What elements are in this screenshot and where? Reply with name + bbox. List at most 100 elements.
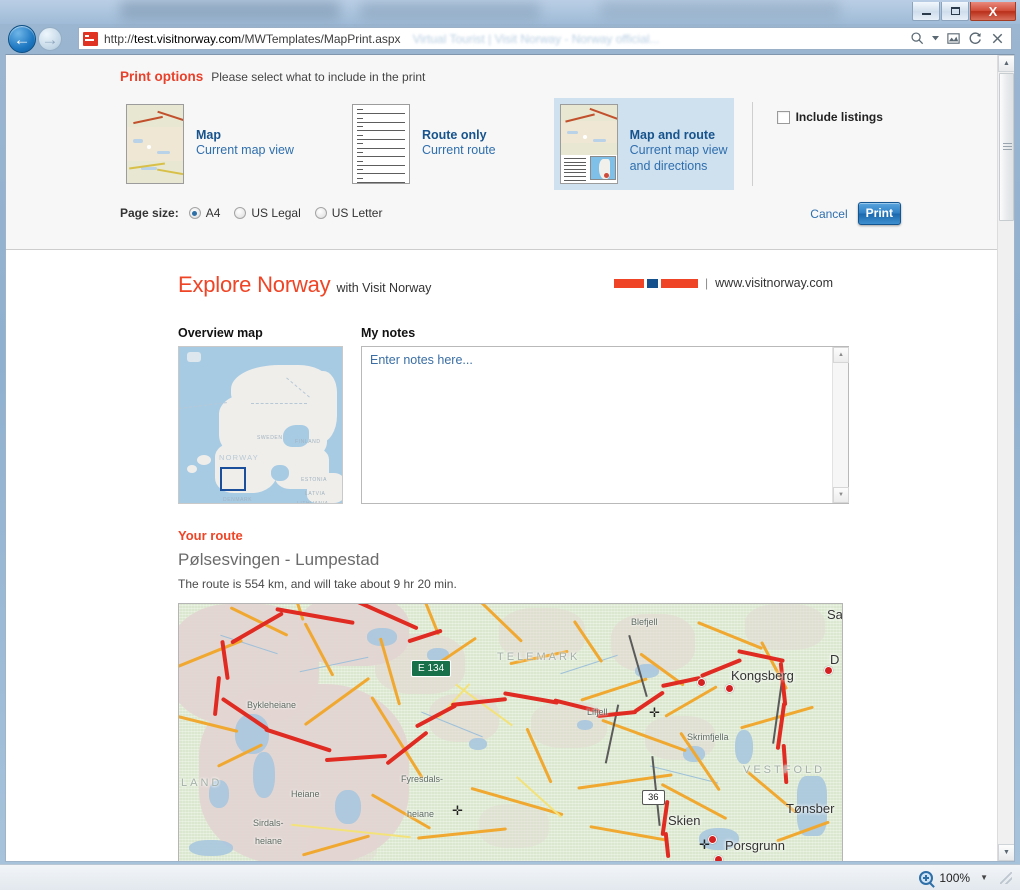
navigation-bar: ← → http://test.visitnorway.com/MWTempla… bbox=[0, 24, 1020, 54]
route-waypoint-marker bbox=[725, 684, 734, 693]
resize-grip-icon[interactable] bbox=[1000, 871, 1012, 884]
notes-textarea[interactable]: Enter notes here... ▲ ▼ bbox=[361, 346, 849, 504]
print-option-map[interactable]: Map Current map view bbox=[120, 98, 300, 190]
print-options-title: Print options bbox=[120, 69, 204, 84]
cancel-button[interactable]: Cancel bbox=[810, 207, 847, 221]
browser-window: X ← → http://test.visitnorway.com/MWTemp… bbox=[0, 0, 1020, 890]
mini-overview-icon bbox=[589, 156, 616, 180]
map-city-d: D bbox=[830, 652, 840, 667]
map-place-fyresdals: Fyresdals- bbox=[401, 774, 444, 784]
overview-viewport-rectangle bbox=[220, 467, 246, 491]
airport-icon: ✛ bbox=[452, 803, 463, 818]
map-thumbnail-icon bbox=[126, 104, 184, 184]
refresh-icon[interactable] bbox=[968, 31, 983, 46]
zoom-chevron-down-icon[interactable]: ▼ bbox=[980, 873, 988, 882]
address-bar-tools bbox=[910, 31, 1011, 46]
notes-label: My notes bbox=[361, 326, 416, 340]
page-scroll-down-icon[interactable]: ▼ bbox=[998, 844, 1014, 861]
norway-flag-logo-icon bbox=[614, 278, 699, 288]
route-waypoint-marker bbox=[824, 666, 833, 675]
ghost-tabs-text: Virtual Tourist | Visit Norway - Norway … bbox=[412, 31, 660, 46]
chevron-down-icon[interactable] bbox=[932, 36, 939, 41]
map-city-skien: Skien bbox=[668, 813, 701, 828]
route-section: Your route Pølsesvingen - Lumpestad The … bbox=[178, 528, 997, 861]
map-city-tonsberg: Tønsber bbox=[786, 801, 835, 816]
route-waypoint-marker bbox=[697, 678, 706, 687]
overview-map[interactable]: NORWAY SWEDEN FINLAND ESTONIA LATVIA LIT… bbox=[178, 346, 343, 504]
url-host: test.visitnorway.com bbox=[134, 31, 242, 46]
include-listings-checkbox[interactable] bbox=[776, 110, 790, 124]
include-listings-option[interactable]: Include listings bbox=[776, 98, 883, 124]
print-option-route-title: Route only bbox=[421, 128, 487, 142]
address-url-text: http://test.visitnorway.com/MWTemplates/… bbox=[104, 32, 401, 46]
overview-label-finland: FINLAND bbox=[295, 439, 321, 445]
map-region-telemark: TELEMARK bbox=[497, 651, 581, 663]
maximize-button[interactable] bbox=[941, 2, 969, 21]
back-arrow-icon: ← bbox=[13, 29, 31, 49]
print-option-map-title: Map bbox=[196, 128, 221, 142]
page-size-us-legal[interactable]: US Legal bbox=[234, 206, 301, 220]
minimize-icon bbox=[921, 13, 931, 15]
map-city-kongsberg: Kongsberg bbox=[731, 668, 794, 683]
page-size-a4-label: A4 bbox=[205, 206, 221, 220]
page-size-us-letter-radio[interactable] bbox=[314, 207, 327, 219]
map-place-heiane-3: heiane bbox=[407, 809, 435, 819]
search-icon[interactable] bbox=[910, 31, 925, 46]
brand-subtitle: with Visit Norway bbox=[336, 281, 432, 295]
forward-button[interactable]: → bbox=[38, 27, 62, 51]
route-waypoint-marker bbox=[714, 855, 723, 861]
close-icon: X bbox=[988, 3, 998, 19]
page-size-us-legal-radio[interactable] bbox=[234, 207, 247, 219]
page-size-us-letter-label: US Letter bbox=[331, 206, 383, 220]
notes-placeholder-text: Enter notes here... bbox=[370, 353, 473, 367]
map-place-heiane: Heiane bbox=[291, 789, 320, 799]
compatibility-view-icon[interactable] bbox=[946, 31, 961, 46]
back-button[interactable]: ← bbox=[8, 25, 36, 53]
zoom-level-label[interactable]: 100% bbox=[939, 871, 970, 885]
route-name: Pølsesvingen - Lumpestad bbox=[178, 550, 380, 569]
minimize-button[interactable] bbox=[912, 2, 940, 21]
page-size-us-legal-label: US Legal bbox=[251, 206, 301, 220]
print-option-map-desc: Current map view bbox=[196, 143, 294, 157]
page-scroll-up-icon[interactable]: ▲ bbox=[998, 55, 1014, 72]
map-region-land: LAND bbox=[181, 777, 223, 789]
page-size-us-letter[interactable]: US Letter bbox=[314, 206, 383, 220]
address-bar[interactable]: http://test.visitnorway.com/MWTemplates/… bbox=[78, 27, 1012, 50]
page-size-radio-group: A4 US Legal US Letter bbox=[188, 206, 383, 220]
print-option-route-labels: Route only Current route bbox=[422, 104, 496, 158]
map-and-route-thumbnail-icon bbox=[559, 104, 618, 184]
print-options-cards: Map Current map view Route only Current … bbox=[6, 98, 997, 190]
print-option-route-only[interactable]: Route only Current route bbox=[346, 98, 502, 190]
brand-title: Explore Norway bbox=[178, 272, 331, 297]
page-scrollbar[interactable]: ▲ ▼ bbox=[997, 55, 1014, 861]
site-favicon-icon bbox=[83, 31, 98, 46]
print-button[interactable]: Print bbox=[857, 202, 901, 225]
route-map[interactable]: ✛ ✛ ✛ E 134 36 TELEMARK VESTFOLD LAND By… bbox=[178, 603, 843, 861]
options-divider bbox=[751, 102, 753, 186]
page-scroll-thumb[interactable] bbox=[999, 73, 1014, 221]
notes-scroll-down-icon[interactable]: ▼ bbox=[833, 487, 849, 503]
page-size-a4[interactable]: A4 bbox=[188, 206, 221, 220]
close-button[interactable]: X bbox=[970, 2, 1016, 21]
overview-label-sweden: SWEDEN bbox=[257, 435, 283, 441]
notes-scrollbar[interactable]: ▲ ▼ bbox=[832, 347, 849, 503]
notes-column: My notes Enter notes here... ▲ ▼ bbox=[361, 326, 849, 504]
overview-label-denmark: DENMARK bbox=[223, 497, 253, 503]
brand-right-block: | www.visitnorway.com bbox=[614, 276, 833, 290]
page-size-a4-radio[interactable] bbox=[188, 207, 201, 219]
map-city-sa: Sa bbox=[827, 607, 843, 622]
route-lines-thumbnail-icon bbox=[351, 104, 410, 184]
overview-and-notes-row: Overview map NORWAY SWEDEN FINLAND ESTON… bbox=[178, 326, 997, 504]
print-option-route-desc: Current route bbox=[421, 143, 496, 157]
scroll-thumb-grip-icon bbox=[1003, 143, 1012, 151]
map-city-porsgrunn: Porsgrunn bbox=[725, 838, 785, 853]
brand-separator: | bbox=[705, 276, 709, 290]
print-option-map-route-title: Map and route bbox=[629, 128, 716, 142]
notes-scroll-up-icon[interactable]: ▲ bbox=[833, 347, 849, 363]
print-option-map-route-desc2: and directions bbox=[629, 158, 708, 173]
zoom-icon[interactable] bbox=[919, 870, 934, 885]
map-place-sirdals: Sirdals- bbox=[253, 818, 284, 828]
print-option-map-and-route[interactable]: Map and route Current map view and direc… bbox=[553, 98, 734, 190]
stop-icon[interactable] bbox=[990, 31, 1005, 46]
overview-label-lithuania: LITHUANIA bbox=[297, 501, 329, 504]
